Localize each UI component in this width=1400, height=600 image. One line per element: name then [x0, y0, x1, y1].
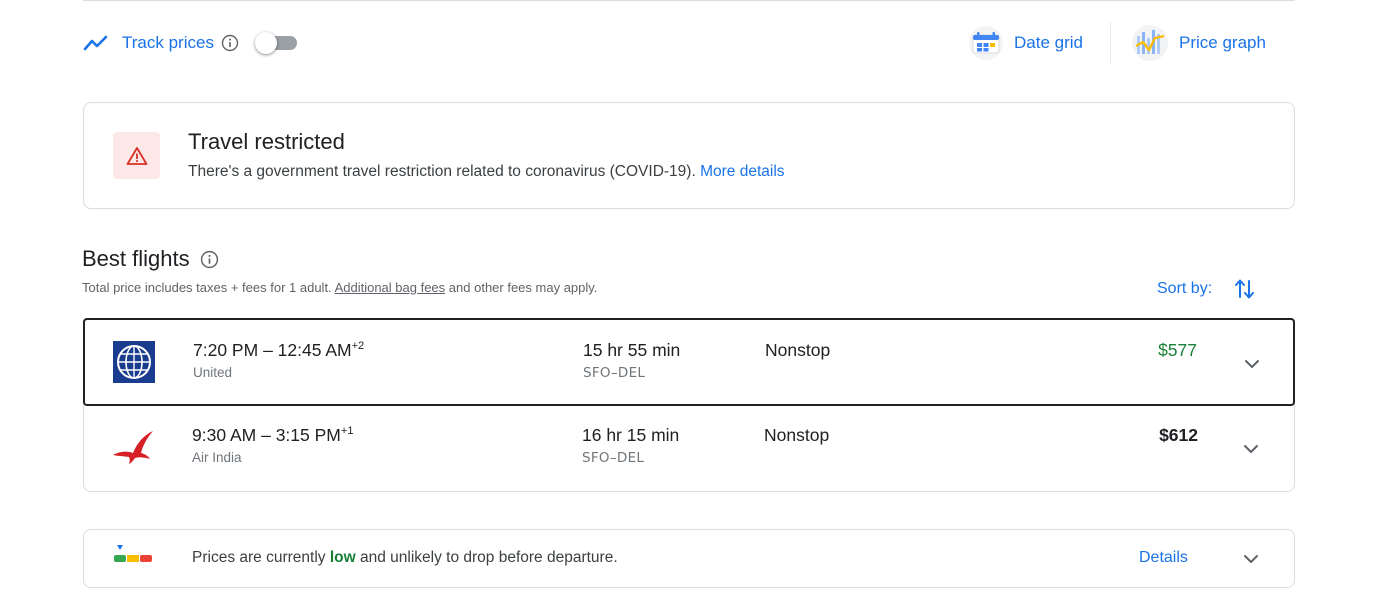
globe-logo-icon — [113, 341, 155, 383]
day-offset: +1 — [340, 425, 354, 438]
best-flights-title: Best flights — [82, 246, 190, 271]
warning-badge — [113, 132, 160, 179]
flight-price: $612 — [1159, 425, 1198, 445]
insight-prefix: Prices are currently — [192, 549, 326, 566]
date-grid-button[interactable]: Date grid — [968, 23, 1083, 63]
time-separator: – — [263, 340, 273, 360]
flight-times: 7:20 PM – 12:45 AM+2 — [193, 340, 364, 361]
insight-suffix: and unlikely to drop before departure. — [359, 549, 618, 566]
arrive-time: 3:15 PM — [275, 425, 341, 445]
restriction-message: There's a government travel restriction … — [188, 163, 785, 181]
flight-price: $577 — [1158, 340, 1197, 360]
flight-route: SFO–DEL — [583, 365, 646, 381]
air-india-logo — [111, 425, 155, 469]
price-graph-button[interactable]: Price graph — [1131, 23, 1266, 63]
time-separator: – — [261, 425, 271, 445]
more-details-link[interactable]: More details — [700, 163, 784, 180]
chevron-down-icon[interactable] — [1241, 549, 1261, 569]
chevron-down-icon[interactable] — [1242, 354, 1262, 374]
date-grid-label[interactable]: Date grid — [1014, 33, 1083, 53]
sort-by-label[interactable]: Sort by: — [1157, 280, 1212, 298]
price-graph-icon — [1132, 25, 1168, 61]
trend-line-icon — [83, 35, 108, 51]
info-icon[interactable] — [200, 250, 219, 269]
flight-results-list: 7:20 PM – 12:45 AM+2 United 15 hr 55 min… — [83, 318, 1295, 492]
info-icon[interactable] — [221, 34, 239, 52]
price-graph-label[interactable]: Price graph — [1179, 33, 1266, 53]
price-disclaimer: Total price includes taxes + fees for 1 … — [82, 280, 597, 295]
best-flights-heading: Best flights — [82, 246, 219, 272]
flight-stops: Nonstop — [764, 425, 830, 445]
chevron-down-icon[interactable] — [1241, 439, 1261, 459]
track-prices-toggle[interactable] — [254, 32, 297, 54]
depart-time: 9:30 AM — [192, 425, 257, 445]
track-prices[interactable]: Track prices — [83, 30, 297, 56]
price-insight-card: Prices are currently low and unlikely to… — [83, 529, 1295, 588]
flight-duration: 15 hr 55 min — [583, 340, 681, 360]
flying-swan-logo-icon — [113, 431, 153, 464]
depart-time: 7:20 PM — [193, 340, 259, 360]
disclaimer-suffix: and other fees may apply. — [448, 280, 598, 295]
travel-restriction-card: Travel restricted There's a government t… — [83, 102, 1295, 209]
toggle-knob — [254, 32, 277, 54]
flight-stops: Nonstop — [765, 340, 831, 360]
disclaimer-prefix: Total price includes taxes + fees for 1 … — [82, 280, 332, 295]
price-insight-text: Prices are currently low and unlikely to… — [192, 549, 618, 567]
sort-by-button[interactable]: Sort by: — [1157, 277, 1256, 301]
arrive-time: 12:45 AM — [277, 340, 352, 360]
flight-route: SFO–DEL — [582, 450, 645, 466]
flight-duration: 16 hr 15 min — [582, 425, 680, 445]
restriction-title: Travel restricted — [188, 129, 345, 154]
flight-row-air-india[interactable]: 9:30 AM – 3:15 PM+1 Air India 16 hr 15 m… — [84, 405, 1294, 491]
top-divider — [83, 0, 1295, 2]
calendar-grid-icon — [969, 26, 1003, 60]
airline-name: United — [193, 365, 233, 380]
bag-fees-link[interactable]: Additional bag fees — [335, 280, 446, 295]
flight-times: 9:30 AM – 3:15 PM+1 — [192, 425, 353, 446]
toolbar-divider — [1110, 22, 1111, 64]
restriction-message-text: There's a government travel restriction … — [188, 163, 696, 180]
sort-arrows-icon — [1235, 279, 1255, 299]
warning-triangle-icon — [126, 146, 147, 165]
details-button[interactable]: Details — [1139, 549, 1188, 567]
airline-name: Air India — [192, 450, 242, 465]
united-logo — [112, 340, 156, 384]
price-level: low — [329, 549, 356, 566]
day-offset: +2 — [351, 340, 365, 353]
flight-row-united[interactable]: 7:20 PM – 12:45 AM+2 United 15 hr 55 min… — [83, 318, 1295, 406]
track-prices-label[interactable]: Track prices — [122, 33, 214, 53]
price-level-icon — [114, 545, 152, 562]
